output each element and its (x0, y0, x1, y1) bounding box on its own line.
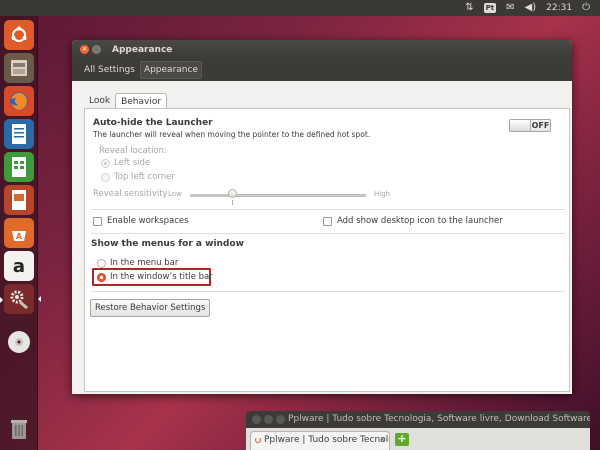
reveal-top-left-corner-radio[interactable] (101, 173, 110, 182)
sensitivity-high-label: High (374, 190, 391, 198)
separator (91, 291, 565, 292)
browser-tab[interactable]: Pplware | Tudo sobre Tecnolo... × (250, 431, 390, 450)
top-panel: ⇅ Pt ✉ ◀) 22:31 ⏻ (0, 0, 600, 16)
reveal-location-label: Reveal location: (99, 146, 167, 156)
show-desktop-icon-checkbox[interactable] (323, 217, 332, 226)
reveal-left-side-label: Left side (114, 158, 151, 168)
writer-icon[interactable] (4, 119, 34, 149)
tab-behavior[interactable]: Behavior (115, 93, 168, 109)
browser-window: Pplware | Tudo sobre Tecnologia, Softwar… (246, 411, 590, 450)
ubuntu-logo-icon[interactable] (4, 20, 34, 50)
sensitivity-slider-tick (232, 200, 233, 205)
menus-section-title: Show the menus for a window (91, 239, 244, 249)
enable-workspaces-label[interactable]: Enable workspaces (107, 216, 189, 226)
keyboard-layout-indicator[interactable]: Pt (483, 3, 497, 13)
new-tab-icon[interactable]: + (395, 433, 409, 446)
sensitivity-low-label: Low (168, 190, 182, 198)
separator (91, 209, 565, 210)
reveal-top-left-corner-label: Top left corner (114, 172, 175, 182)
behavior-panel: Auto-hide the Launcher The launcher will… (84, 108, 570, 392)
menu-in-title-bar-radio[interactable] (97, 273, 106, 282)
sensitivity-slider-fill (191, 194, 232, 197)
autohide-description: The launcher will reveal when moving the… (93, 130, 371, 139)
trash-icon[interactable] (4, 414, 34, 444)
separator (91, 233, 565, 234)
impress-icon[interactable] (4, 185, 34, 215)
calc-icon[interactable] (4, 152, 34, 182)
sensitivity-slider[interactable] (190, 194, 366, 197)
tab-look[interactable]: Look (84, 93, 115, 109)
autohide-title: Auto-hide the Launcher (93, 118, 213, 128)
menu-in-menu-bar-radio[interactable] (97, 259, 106, 268)
window-titlebar[interactable]: × – Appearance (72, 40, 572, 59)
close-icon[interactable] (252, 415, 261, 424)
minimize-icon[interactable]: – (92, 45, 101, 54)
amazon-icon[interactable]: a (4, 251, 34, 281)
menu-in-menu-bar-label[interactable]: In the menu bar (110, 258, 178, 268)
browser-tab-strip: Pplware | Tudo sobre Tecnolo... × + (246, 428, 590, 450)
envelope-icon[interactable]: ✉ (506, 0, 514, 16)
volume-icon[interactable]: ◀) (525, 0, 537, 16)
sensitivity-slider-knob[interactable] (228, 189, 237, 198)
toggle-knob (510, 120, 531, 131)
menu-in-title-bar-label[interactable]: In the window’s title bar (110, 272, 213, 282)
breadcrumb-appearance[interactable]: Appearance (139, 61, 202, 79)
breadcrumb: All Settings Appearance (72, 59, 572, 81)
software-center-icon[interactable]: A (4, 218, 34, 248)
enable-workspaces-checkbox[interactable] (93, 217, 102, 226)
window-title: Appearance (112, 44, 173, 55)
network-arrows-icon[interactable]: ⇅ (465, 0, 473, 16)
svg-text:A: A (16, 232, 23, 241)
disc-icon[interactable] (4, 327, 34, 357)
file-cabinet-icon[interactable] (4, 53, 34, 83)
browser-tab-label: Pplware | Tudo sobre Tecnolo... (264, 435, 390, 445)
show-desktop-icon-label[interactable]: Add show desktop icon to the launcher (337, 216, 503, 226)
reveal-left-side-radio[interactable] (101, 159, 110, 168)
launcher: A a (0, 16, 41, 450)
loading-spinner-icon (255, 437, 261, 443)
maximize-icon[interactable] (276, 415, 285, 424)
clock[interactable]: 22:31 (546, 3, 572, 13)
restore-behavior-settings-button[interactable]: Restore Behavior Settings (90, 299, 211, 317)
appearance-window: × – Appearance All Settings Appearance L… (72, 40, 572, 394)
autohide-toggle[interactable]: OFF (509, 119, 551, 132)
tab-close-icon[interactable]: × (379, 432, 386, 448)
reveal-sensitivity-label: Reveal sensitivity (93, 189, 168, 199)
browser-title: Pplware | Tudo sobre Tecnologia, Softwar… (288, 414, 590, 424)
toggle-state-label: OFF (531, 121, 550, 130)
power-icon[interactable]: ⏻ (582, 0, 590, 16)
breadcrumb-all-settings[interactable]: All Settings (81, 62, 138, 78)
close-icon[interactable]: × (80, 45, 89, 54)
minimize-icon[interactable] (264, 415, 273, 424)
firefox-icon[interactable] (4, 86, 34, 116)
settings-gears-icon[interactable] (0, 284, 41, 314)
tab-bar: Look Behavior (84, 93, 168, 109)
